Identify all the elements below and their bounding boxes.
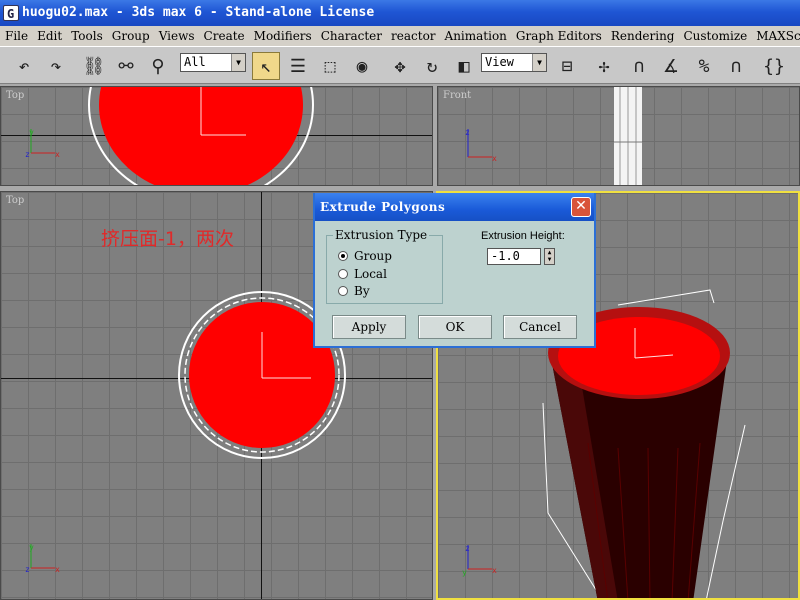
cylinder-top-small: [88, 87, 314, 185]
select-by-name-icon[interactable]: ☰: [284, 52, 312, 80]
axis-z-label: z: [465, 128, 470, 137]
select-manipulate-icon[interactable]: ✢: [590, 52, 618, 80]
angle-snap-icon[interactable]: ∡: [657, 52, 685, 80]
select-object-icon[interactable]: ↖: [252, 52, 280, 80]
selection-filter-value: All: [184, 55, 206, 69]
radio-button-icon: [338, 269, 348, 279]
undo-icon[interactable]: ↶: [10, 52, 38, 80]
rectangular-selection-icon[interactable]: ⬚: [316, 52, 344, 80]
radio-button-icon: [338, 251, 348, 261]
radio-local[interactable]: Local: [338, 267, 387, 281]
pivot-center-icon[interactable]: ⊟: [553, 52, 581, 80]
radio-by[interactable]: By: [338, 284, 370, 298]
axis-y-label: y: [29, 128, 34, 137]
axis-z-label: z: [25, 150, 30, 157]
axis-tripod-icon: z x: [465, 128, 497, 163]
reference-coord-dropdown[interactable]: View ▼: [481, 53, 547, 72]
viewport-top-small[interactable]: Top y z x: [0, 86, 433, 186]
menu-group[interactable]: Group: [107, 29, 154, 43]
menu-tools[interactable]: Tools: [66, 29, 107, 43]
axis-x-label: x: [492, 154, 497, 163]
menu-views[interactable]: Views: [154, 29, 199, 43]
select-and-link-icon[interactable]: ⛓: [80, 52, 108, 80]
extrusion-type-label: Extrusion Type: [333, 228, 430, 242]
dialog-title: Extrude Polygons: [320, 200, 446, 214]
axis-x-label: x: [55, 565, 60, 574]
axis-y-label: y: [462, 568, 467, 577]
menu-animation[interactable]: Animation: [440, 29, 511, 43]
menu-rendering[interactable]: Rendering: [606, 29, 679, 43]
window-title-bar[interactable]: huogu02.max - 3ds max 6 - Stand-alone Li…: [0, 0, 800, 26]
chevron-down-icon: ▼: [231, 54, 245, 71]
spinner-arrows-icon[interactable]: ▲ ▼: [544, 248, 555, 265]
main-toolbar: ↶ ↷ ⛓ ⚯ ⚲ All ▼ ↖ ☰ ⬚ ◉ ✥ ↻ ◧ View ▼ ⊟ ✢…: [0, 46, 800, 84]
extrude-polygons-dialog: Extrude Polygons ✕ Extrusion Type Group …: [313, 193, 596, 348]
snap-toggle-icon[interactable]: ∩: [625, 52, 653, 80]
dialog-title-bar[interactable]: Extrude Polygons: [315, 193, 594, 221]
named-selection-icon[interactable]: {}: [760, 52, 788, 80]
extrusion-height-input[interactable]: -1.0: [487, 248, 541, 265]
window-title: huogu02.max - 3ds max 6 - Stand-alone Li…: [22, 5, 375, 20]
cancel-button[interactable]: Cancel: [503, 315, 577, 339]
chevron-down-icon: ▼: [532, 54, 546, 71]
apply-button[interactable]: Apply: [332, 315, 406, 339]
radio-group[interactable]: Group: [338, 249, 392, 263]
scale-icon[interactable]: ◧: [450, 52, 478, 80]
axis-z-label: z: [465, 544, 470, 553]
radio-button-icon: [338, 286, 348, 296]
bind-space-warp-icon[interactable]: ⚲: [144, 52, 172, 80]
radio-label: Local: [354, 267, 387, 281]
axis-x-label: x: [492, 566, 497, 575]
axis-y-label: y: [29, 543, 34, 552]
move-icon[interactable]: ✥: [386, 52, 414, 80]
menu-maxscript[interactable]: MAXScript: [751, 29, 800, 43]
menu-create[interactable]: Create: [199, 29, 249, 43]
extrusion-height-label: Extrusion Height:: [481, 230, 565, 242]
close-icon[interactable]: ✕: [571, 197, 591, 217]
app-icon: [3, 1, 19, 26]
axis-tripod-icon: y z x: [25, 543, 60, 574]
radio-label: By: [354, 284, 370, 298]
menu-file[interactable]: File: [0, 29, 32, 43]
axis-x-label: x: [55, 150, 60, 157]
axis-z-label: z: [25, 565, 30, 574]
annotation-text: 挤压面-1，两次: [101, 228, 234, 250]
axis-tripod-icon: z y x: [462, 544, 497, 577]
unlink-icon[interactable]: ⚯: [112, 52, 140, 80]
menu-graph-editors[interactable]: Graph Editors: [511, 29, 606, 43]
radio-label: Group: [354, 249, 392, 263]
menu-character[interactable]: Character: [316, 29, 386, 43]
viewport-front[interactable]: Front z x: [437, 86, 800, 186]
axis-tripod-icon: y z x: [25, 128, 60, 157]
reference-coord-value: View: [485, 55, 514, 69]
spinner-snap-icon[interactable]: ∩: [722, 52, 750, 80]
percent-snap-icon[interactable]: %: [690, 52, 718, 80]
redo-icon[interactable]: ↷: [42, 52, 70, 80]
menu-reactor[interactable]: reactor: [386, 29, 440, 43]
menu-edit[interactable]: Edit: [32, 29, 66, 43]
rotate-icon[interactable]: ↻: [418, 52, 446, 80]
ok-button[interactable]: OK: [418, 315, 492, 339]
menu-modifiers[interactable]: Modifiers: [249, 29, 316, 43]
menu-customize[interactable]: Customize: [678, 29, 751, 43]
selection-filter-dropdown[interactable]: All ▼: [180, 53, 246, 72]
menu-bar: File Edit Tools Group Views Create Modif…: [0, 26, 800, 46]
window-crossing-icon[interactable]: ◉: [348, 52, 376, 80]
